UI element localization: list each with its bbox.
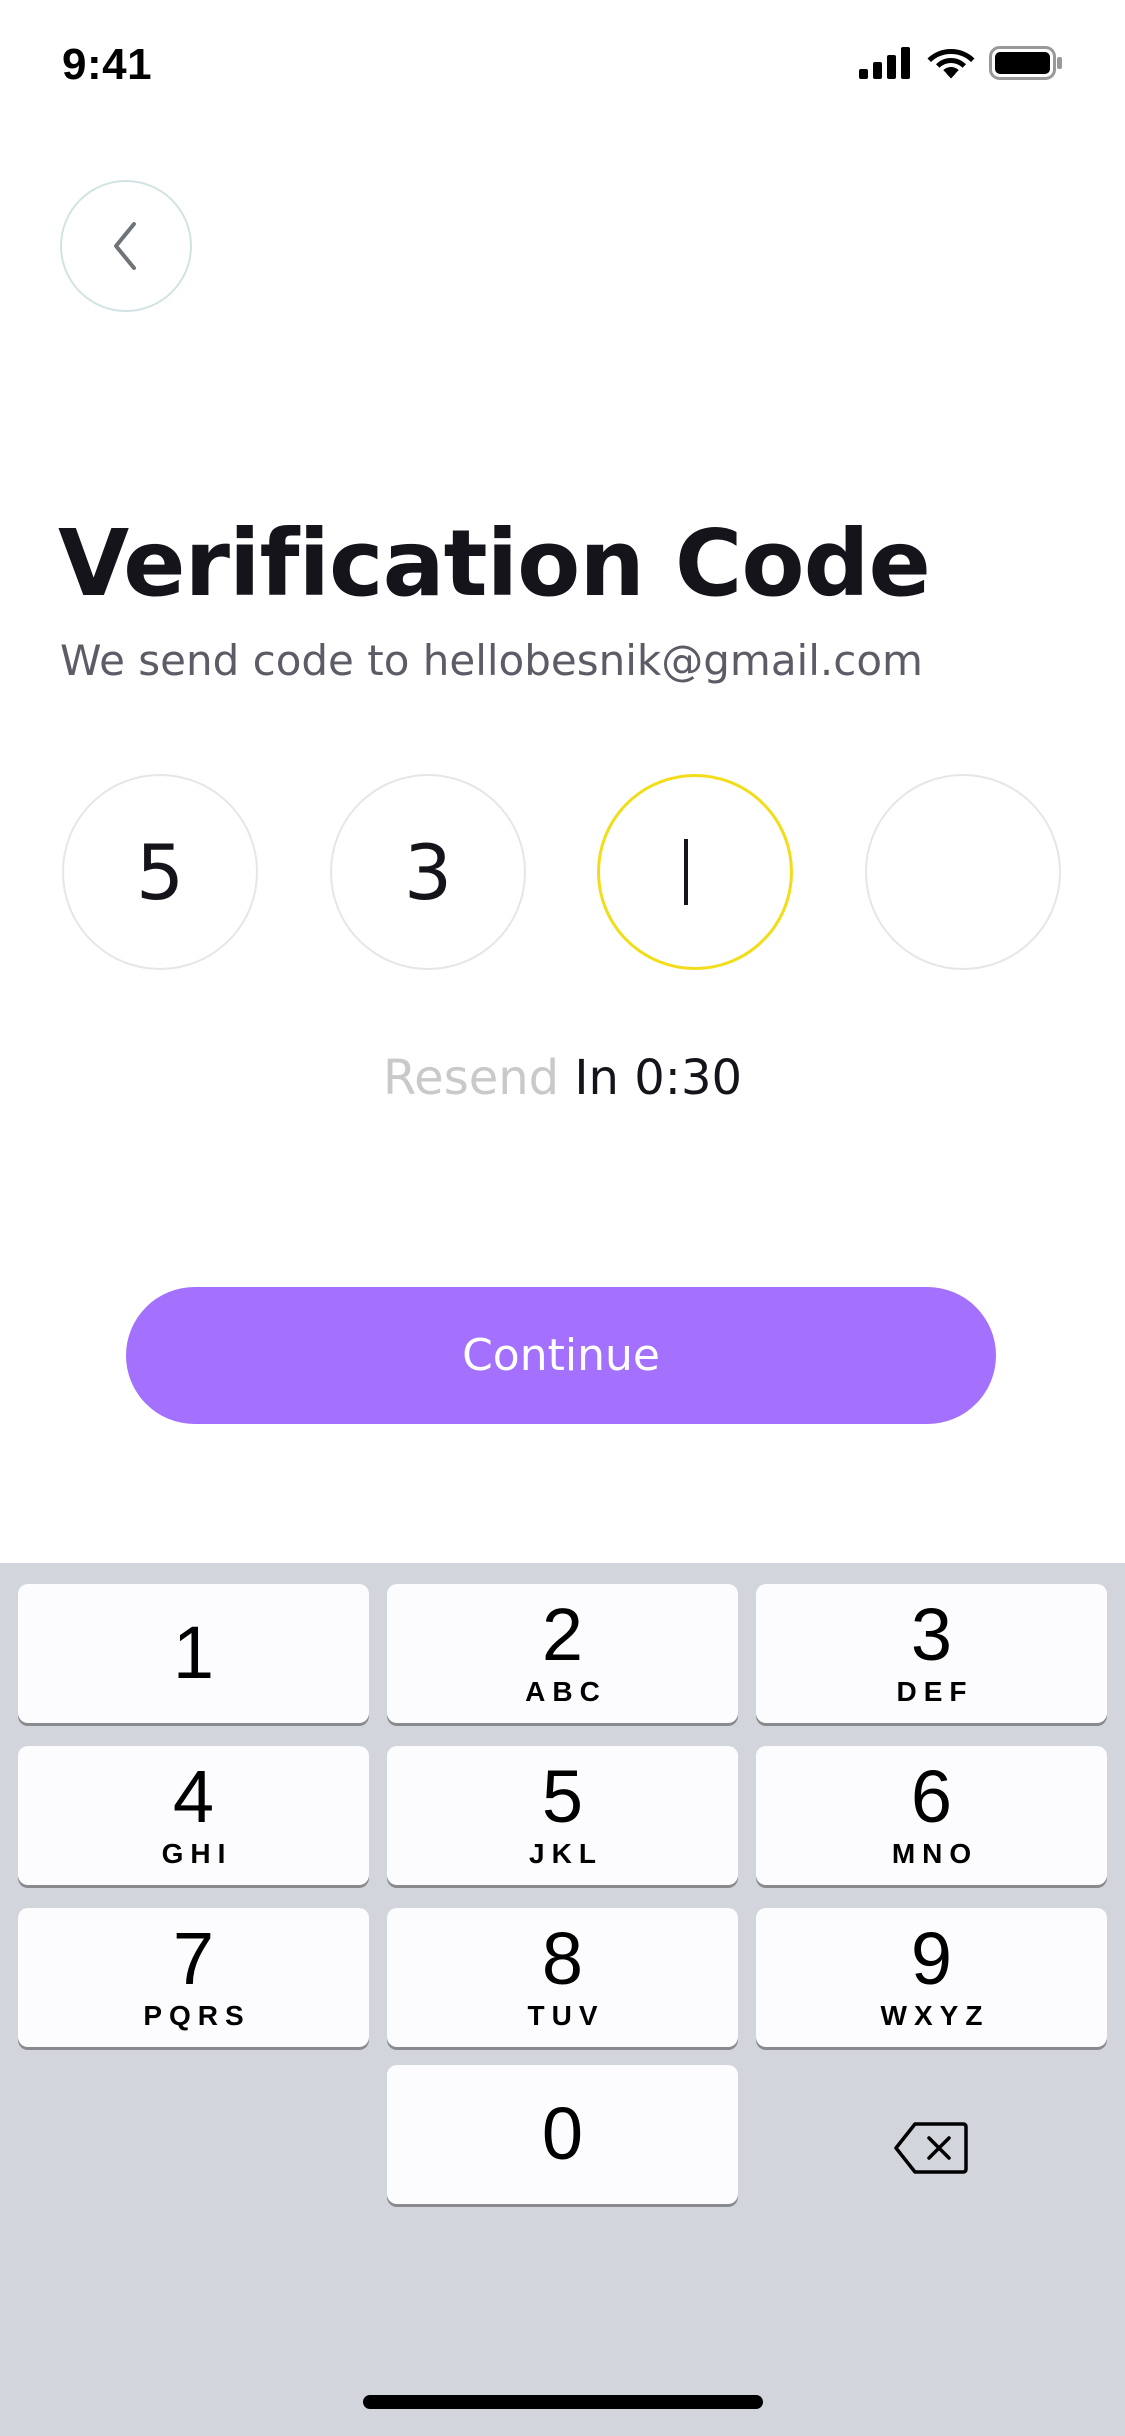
key-1[interactable]: 1 [18,1584,369,1723]
home-indicator[interactable] [363,2395,763,2409]
resend-row: Resend In 0:30 [0,1050,1125,1106]
subtitle: We send code to hellobesnik@gmail.com [60,636,923,685]
key-digit: 3 [910,1593,953,1676]
key-digit: 4 [172,1755,215,1838]
key-2[interactable]: 2 ABC [387,1584,738,1723]
key-letters: GHI [161,1838,233,1869]
status-icons [859,46,1063,80]
key-0[interactable]: 0 [387,2065,738,2204]
code-box-2[interactable]: 3 [330,774,526,970]
delete-key[interactable] [755,2078,1106,2217]
key-digit: 9 [910,1917,953,2000]
code-digit: 5 [135,827,185,917]
key-digit: 1 [172,1611,215,1694]
resend-link[interactable]: Resend [383,1050,559,1106]
key-letters: PQRS [143,2000,251,2031]
code-box-4[interactable] [865,774,1061,970]
key-letters: JKL [529,1838,603,1869]
backspace-icon [893,2121,968,2174]
page-title: Verification Code [58,510,931,617]
key-letters: WXYZ [880,2000,990,2031]
key-letters: TUV [527,2000,605,2031]
key-letters: MNO [891,1838,979,1869]
status-time: 9:41 [62,40,153,89]
key-4[interactable]: 4 GHI [18,1746,369,1885]
code-box-3[interactable] [597,774,793,970]
key-letters: DEF [896,1676,974,1707]
status-bar: 9:41 [0,0,1125,132]
key-3[interactable]: 3 DEF [756,1584,1107,1723]
continue-button[interactable]: Continue [126,1287,996,1424]
code-digit: 3 [403,827,453,917]
key-6[interactable]: 6 MNO [756,1746,1107,1885]
numeric-keyboard: 1 2 ABC 3 DEF 4 GHI 5 JKL 6 MNO 7 PQRS 8… [0,1563,1125,2436]
wifi-icon [927,49,975,79]
key-8[interactable]: 8 TUV [387,1908,738,2047]
text-caret [684,839,688,905]
key-digit: 8 [541,1917,584,2000]
battery-icon [989,46,1062,80]
back-button[interactable] [60,180,192,312]
chevron-left-icon [114,222,136,270]
key-5[interactable]: 5 JKL [387,1746,738,1885]
key-digit: 6 [910,1755,953,1838]
key-digit: 2 [541,1593,584,1676]
key-9[interactable]: 9 WXYZ [756,1908,1107,2047]
resend-timer: In 0:30 [574,1050,743,1106]
key-letters: ABC [525,1676,607,1707]
key-7[interactable]: 7 PQRS [18,1908,369,2047]
code-box-1[interactable]: 5 [62,774,258,970]
key-digit: 5 [541,1755,584,1838]
key-digit: 0 [541,2092,584,2175]
verification-screen: 9:41 Verification Code We send code to h… [0,0,1125,2436]
code-input-row: 5 3 [62,774,1062,970]
key-digit: 7 [172,1917,215,2000]
signal-icon [859,47,910,79]
